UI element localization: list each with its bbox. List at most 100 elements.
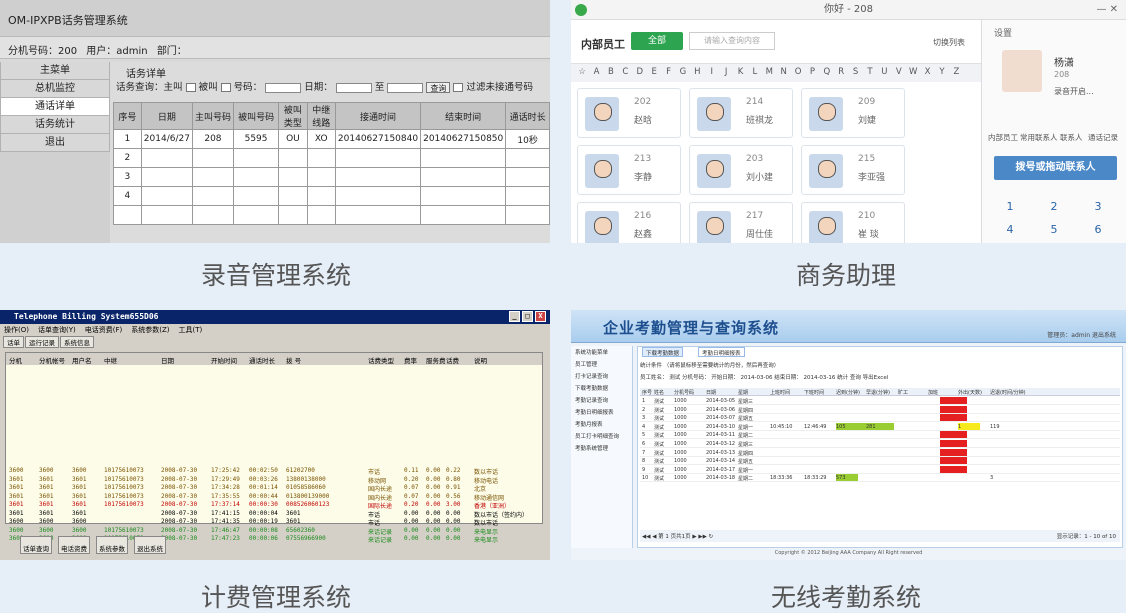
table-row[interactable]: 2 <box>113 148 550 168</box>
contact-card[interactable]: 203 刘小建 <box>689 145 793 195</box>
date-from-input[interactable] <box>335 82 372 93</box>
table-row[interactable]: 3601 3601 3601 10175610073 2008-07-30 17:29:4… <box>6 476 542 485</box>
table-row[interactable]: 7 测试 1000 2014-03-13 星期四 <box>640 448 1120 457</box>
dial-key[interactable]: 6 <box>1078 223 1118 236</box>
filter-checkbox[interactable] <box>453 83 464 92</box>
letter-filter[interactable]: J <box>719 67 733 77</box>
contact-card[interactable]: 209 刘婕 <box>801 88 905 138</box>
letter-filter[interactable]: M <box>762 67 776 77</box>
table-row[interactable]: 3600 3600 3600 10175610073 2008-07-30 17:46:4… <box>6 527 542 536</box>
query-fields[interactable]: 员工姓名： 测试 分机号码： 开始日期： 2014-03-06 结束日期： 20… <box>640 373 1120 385</box>
table-row[interactable]: 3601 3601 3601 10175610073 2008-07-30 17:35:5… <box>6 493 542 502</box>
nav-item[interactable]: 考勤记录查询 <box>571 394 632 406</box>
table-row[interactable]: 3600 3600 3600 2008-07-30 17:41:35 00:00:19 36… <box>6 518 542 527</box>
tool-contacts[interactable]: 联系人 <box>1060 132 1083 143</box>
tab-download-data[interactable]: 下载考勤数据 <box>642 347 684 357</box>
window-controls[interactable]: — ✕ <box>1096 0 1118 20</box>
minimize-button[interactable]: _ <box>509 311 520 322</box>
contact-card[interactable]: 216 赵鑫 <box>577 202 681 243</box>
nav-item[interactable]: 员工管理 <box>571 358 632 370</box>
table-row[interactable]: 3601 3601 3601 10175610073 2008-07-30 17:37:1… <box>6 501 542 510</box>
letter-filter[interactable]: Q <box>820 67 834 77</box>
contact-card[interactable]: 217 周仕佳 <box>689 202 793 243</box>
table-row[interactable]: 1 2014/6/27 208 5595 OU XO 20140627150840 20140… <box>113 129 550 149</box>
table-row[interactable]: 4 测试 1000 2014-03-10 星期一 10:45:10 12:46:49 105 2… <box>640 422 1120 431</box>
tool-frequent-contacts[interactable]: 常用联系人 <box>1020 132 1058 143</box>
switch-list-button[interactable]: 切换列表 <box>933 37 965 48</box>
table-row[interactable]: 9 测试 1000 2014-03-17 星期一 <box>640 465 1120 474</box>
menu-item-exit[interactable]: 退出 <box>0 134 110 152</box>
menu-item-call-detail[interactable]: 通话详单 <box>0 98 110 116</box>
dial-key[interactable]: 1 <box>990 200 1030 213</box>
letter-filter[interactable]: A <box>589 67 603 77</box>
letter-filter[interactable]: X <box>920 67 934 77</box>
letter-filter[interactable]: K <box>733 67 747 77</box>
menu-item[interactable]: 系统参数(Z) <box>131 326 169 334</box>
search-input[interactable]: 请输入查询内容 <box>689 32 775 50</box>
nav-item[interactable]: 员工打卡明细查询 <box>571 430 632 442</box>
menu-item[interactable]: 操作(O) <box>4 326 29 334</box>
recording-status[interactable]: 录音开启... <box>1054 86 1094 97</box>
table-row[interactable]: 2 测试 1000 2014-03-06 星期四 <box>640 405 1120 414</box>
letter-filter[interactable]: D <box>633 67 647 77</box>
letter-filter[interactable]: U <box>877 67 891 77</box>
table-row[interactable]: 3601 3601 3601 10175610073 2008-07-30 17:34:2… <box>6 484 542 493</box>
dial-key[interactable]: 5 <box>1034 223 1074 236</box>
menu-item[interactable]: 话单查询(Y) <box>38 326 76 334</box>
menu-item-main[interactable]: 主菜单 <box>0 62 110 80</box>
table-row[interactable]: 5 测试 1000 2014-03-11 星期二 <box>640 431 1120 440</box>
settings-button[interactable]: 设置 <box>994 26 1012 39</box>
letter-filter[interactable]: V <box>892 67 906 77</box>
letter-filter[interactable]: Y <box>935 67 949 77</box>
letter-filter[interactable]: F <box>661 67 675 77</box>
nav-item[interactable]: 打卡记录查询 <box>571 370 632 382</box>
letter-filter[interactable]: C <box>618 67 632 77</box>
letter-filter[interactable]: I <box>705 67 719 77</box>
toolbar-button[interactable]: 系统参数 <box>96 536 128 554</box>
table-row[interactable]: 3601 3601 3601 2008-07-30 17:41:15 00:00:04 36… <box>6 510 542 519</box>
table-row[interactable]: 3 <box>113 167 550 187</box>
letter-filter[interactable]: P <box>805 67 819 77</box>
tab[interactable]: 运行记录 <box>25 336 59 348</box>
toolbar-button[interactable]: 退出系统 <box>134 536 166 554</box>
pager[interactable]: ◀◀ ◀ 第 1 页共1页 ▶ ▶▶ ↻ 显示记录：1 - 10 of 10 <box>640 530 1120 542</box>
letter-filter[interactable]: H <box>690 67 704 77</box>
dial-key[interactable]: 3 <box>1078 200 1118 213</box>
called-checkbox[interactable] <box>220 83 231 92</box>
date-to-input[interactable] <box>387 82 424 93</box>
contact-card[interactable]: 214 班祺龙 <box>689 88 793 138</box>
toolbar-button[interactable]: 话单查询 <box>20 536 52 554</box>
tab-daily-report[interactable]: 考勤日明细报表 <box>698 347 745 357</box>
table-row[interactable]: 8 测试 1000 2014-03-14 星期五 <box>640 457 1120 466</box>
table-row[interactable]: 6 测试 1000 2014-03-12 星期三 <box>640 440 1120 448</box>
tab[interactable]: 话单 <box>3 336 24 348</box>
contact-card[interactable]: 210 崔 琰 <box>801 202 905 243</box>
letter-filter[interactable]: O <box>791 67 805 77</box>
table-row[interactable]: 3 测试 1000 2014-03-07 星期五 <box>640 414 1120 423</box>
letter-filter[interactable]: N <box>776 67 790 77</box>
contact-card[interactable]: 213 李静 <box>577 145 681 195</box>
letter-filter[interactable]: T <box>863 67 877 77</box>
table-row[interactable]: 10 测试 1000 2014-03-18 星期二 18:33:36 18:33:29 573… <box>640 474 1120 483</box>
letter-filter[interactable]: E <box>647 67 661 77</box>
dial-key[interactable]: 2 <box>1034 200 1074 213</box>
letter-filter[interactable]: S <box>848 67 862 77</box>
pager-controls[interactable]: ◀◀ ◀ 第 1 页共1页 ▶ ▶▶ ↻ <box>642 534 713 540</box>
table-row[interactable]: 3600 3600 3600 10175610073 2008-07-30 17:25:4… <box>6 467 542 476</box>
table-row[interactable]: 4 <box>113 186 550 206</box>
filter-all-dropdown[interactable]: 全部 <box>631 32 683 50</box>
table-row[interactable]: 1 测试 1000 2014-03-05 星期三 <box>640 397 1120 405</box>
menu-item-monitor[interactable]: 总机监控 <box>0 80 110 98</box>
menu-item[interactable]: 工具(T) <box>179 326 203 334</box>
nav-item[interactable]: 系统功能菜单 <box>571 346 632 358</box>
admin-info[interactable]: 管理员：admin 退出系统 <box>1047 330 1116 339</box>
contact-card[interactable]: 215 李亚强 <box>801 145 905 195</box>
table-row[interactable] <box>113 205 550 225</box>
nav-item[interactable]: 考勤月报表 <box>571 418 632 430</box>
letter-filter[interactable]: G <box>676 67 690 77</box>
letter-filter[interactable]: L <box>748 67 762 77</box>
caller-checkbox[interactable] <box>185 83 196 92</box>
nav-item[interactable]: 下载考勤数据 <box>571 382 632 394</box>
letter-filter[interactable]: Z <box>949 67 963 77</box>
tool-internal-staff[interactable]: 内部员工 <box>988 132 1018 143</box>
